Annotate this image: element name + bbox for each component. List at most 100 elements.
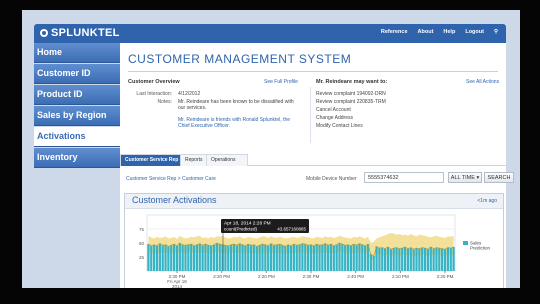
sidebar: Home Customer ID Product ID Sales by Reg… <box>34 43 129 169</box>
bar <box>255 246 258 271</box>
bar <box>369 254 372 271</box>
bar <box>292 244 295 271</box>
nav-about[interactable]: About <box>418 29 434 35</box>
bar <box>258 245 261 271</box>
brand-logo[interactable]: SPLUNKTEL <box>40 27 120 39</box>
bar <box>426 249 430 271</box>
bar <box>170 245 173 271</box>
bar <box>406 248 410 271</box>
x-tick-label: 2:10 PM <box>392 274 409 279</box>
bar <box>441 248 444 271</box>
bar <box>338 243 341 271</box>
sidebar-item-customer-id[interactable]: Customer ID <box>34 64 120 84</box>
bar <box>267 245 270 271</box>
action-item[interactable]: Modify Contact Lines <box>316 123 363 129</box>
bar <box>278 244 281 271</box>
bar <box>329 244 333 271</box>
bar <box>409 247 412 271</box>
time-range-dropdown[interactable]: ALL TIME ▾ <box>448 172 482 183</box>
bar <box>184 245 187 271</box>
bar <box>155 245 159 271</box>
sidebar-item-inventory[interactable]: Inventory <box>34 148 120 168</box>
bar <box>241 244 244 271</box>
note-2-text[interactable]: Mr. Reindeare is friends with Ronald Spl… <box>178 117 290 129</box>
search-button[interactable]: SEARCH <box>484 172 514 183</box>
bar <box>218 244 221 271</box>
action-item[interactable]: Change Address <box>316 115 353 121</box>
bar <box>275 244 278 271</box>
search-icon[interactable]: ⚲ <box>494 29 498 35</box>
notes-label: Notes: <box>157 99 172 105</box>
bar <box>352 244 355 271</box>
note-2[interactable]: Mr. Reindeare is friends with Ronald Spl… <box>178 117 298 129</box>
sidebar-item-sales-by-region[interactable]: Sales by Region <box>34 106 120 126</box>
bar <box>392 248 395 271</box>
nav-help[interactable]: Help <box>443 29 455 35</box>
bar <box>401 248 404 271</box>
bar <box>326 245 330 271</box>
tab-customer-service-rep[interactable]: Customer Service Rep <box>120 154 188 166</box>
sidebar-item-activations[interactable]: Activations <box>34 127 129 147</box>
app-window: SPLUNKTEL Reference About Help Logout ⚲ … <box>22 10 520 288</box>
bar <box>167 246 170 271</box>
bar <box>224 245 227 271</box>
nav-reference[interactable]: Reference <box>381 29 408 35</box>
action-item[interactable]: Review complaint 194092-DRN <box>316 91 386 97</box>
y-tick-label: 75 <box>139 227 145 232</box>
x-tick-label: 2:20 PM <box>258 274 275 279</box>
bar <box>172 244 176 271</box>
bar <box>446 247 449 271</box>
top-nav: Reference About Help Logout ⚲ <box>381 29 498 35</box>
bar <box>307 245 310 271</box>
bar <box>181 244 184 271</box>
bar <box>212 244 216 271</box>
see-full-profile-link[interactable]: See Full Profile <box>264 79 298 85</box>
nav-logout[interactable]: Logout <box>465 29 484 35</box>
bar <box>321 244 324 271</box>
bar <box>230 244 233 271</box>
bar <box>232 244 236 271</box>
bar <box>438 248 441 271</box>
bar <box>215 243 218 271</box>
bar <box>421 247 424 271</box>
last-updated-link[interactable]: <1m ago <box>477 198 497 204</box>
bar <box>372 255 375 271</box>
brand-mark-icon <box>40 29 48 37</box>
action-item[interactable]: Review complaint 220835-TRM <box>316 99 386 105</box>
bar <box>344 245 347 271</box>
note-1: Mr. Reindeare has been known to be dissa… <box>178 99 294 111</box>
bar <box>150 245 153 271</box>
device-number-label: Mobile Device Number <box>306 176 357 182</box>
bar <box>261 244 264 271</box>
breadcrumb[interactable]: Customer Service Rep > Customer Care <box>126 176 216 182</box>
last-interaction-row: Last Interaction: 4/12/2012 <box>128 91 200 97</box>
bar <box>429 246 432 271</box>
bar <box>238 243 241 271</box>
bar <box>304 244 307 271</box>
bar <box>366 244 370 271</box>
bar <box>158 243 161 271</box>
see-all-actions-link[interactable]: See All Actions <box>466 79 499 85</box>
title-divider <box>128 71 498 72</box>
activations-chart[interactable]: 7550252:30 PMFri Apr 1820142:20 PM 2:20 P… <box>125 209 503 288</box>
bar <box>164 244 167 271</box>
device-number-input[interactable] <box>364 172 444 183</box>
bar <box>295 245 298 271</box>
bar <box>289 245 293 271</box>
sidebar-item-product-id[interactable]: Product ID <box>34 85 120 105</box>
bar <box>398 248 401 271</box>
sidebar-item-home[interactable]: Home <box>34 43 120 63</box>
bar <box>452 246 455 271</box>
last-interaction-value: 4/12/2012 <box>178 91 201 97</box>
action-item[interactable]: Cancel Account <box>316 107 351 113</box>
bar <box>207 245 210 271</box>
tooltip-value: 43.657160865 <box>277 227 306 232</box>
bar <box>221 244 224 271</box>
legend-label: Prediction <box>470 246 491 251</box>
activations-card: Customer Activations <1m ago 75 50 25 2:30 … <box>124 193 504 288</box>
bar <box>395 247 398 271</box>
bar <box>449 248 452 271</box>
actions-heading: Mr. Reindeare may want to: <box>316 79 388 85</box>
bar <box>247 244 250 271</box>
tab-operations[interactable]: Operations <box>206 154 248 166</box>
